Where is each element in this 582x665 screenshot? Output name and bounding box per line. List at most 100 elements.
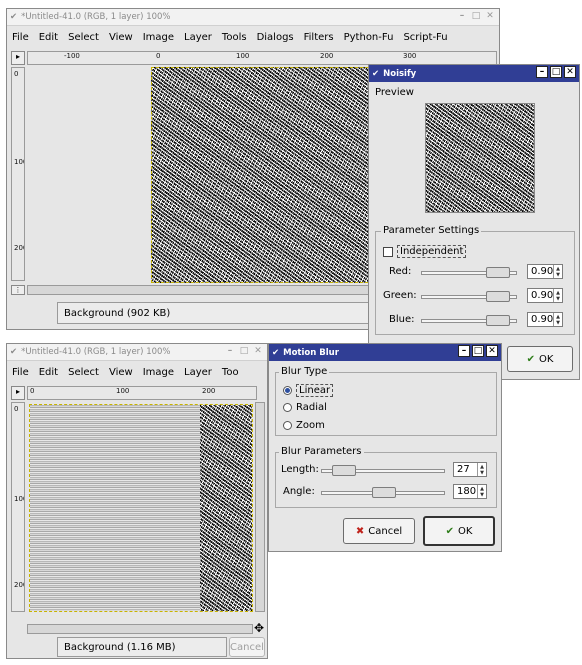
bottom-image-canvas[interactable] xyxy=(29,404,253,612)
cancel-x-icon: ✖ xyxy=(355,525,365,537)
menu-dialogs[interactable]: Dialogs xyxy=(252,32,299,43)
ruler-label: 0 xyxy=(30,387,35,395)
spin-arrows-icon[interactable]: ▲ ▼ xyxy=(477,485,486,498)
green-label: Green: xyxy=(383,290,417,301)
bottom-status-text: Background (1.16 MB) xyxy=(64,641,176,653)
window-menu-icon[interactable]: ✔ xyxy=(272,348,279,358)
red-spinbutton[interactable]: 0.90 ▲ ▼ xyxy=(527,264,563,279)
red-slider-thumb[interactable] xyxy=(486,267,510,278)
window-menu-icon[interactable]: ✔ xyxy=(10,12,17,22)
close-icon[interactable]: ✕ xyxy=(252,345,264,357)
spin-arrows-icon[interactable]: ▲ ▼ xyxy=(553,265,562,278)
ruler-label: 100 xyxy=(236,52,250,60)
bottom-vertical-scrollbar[interactable] xyxy=(255,402,265,612)
blue-value: 0.90 xyxy=(531,314,554,325)
minimize-icon[interactable]: – xyxy=(456,10,468,22)
ruler-label: 0 xyxy=(14,70,19,78)
ok-label: OK xyxy=(457,525,473,537)
angle-slider[interactable] xyxy=(321,487,445,498)
menu-python-fu[interactable]: Python-Fu xyxy=(339,32,399,43)
radio-linear-dot[interactable] xyxy=(283,386,292,395)
menu-view[interactable]: View xyxy=(104,32,138,43)
menu-file[interactable]: File xyxy=(7,367,34,378)
bottom-cancel-button[interactable]: Cancel xyxy=(229,637,265,657)
spin-arrows-icon[interactable]: ▲ ▼ xyxy=(553,313,562,326)
maximize-icon[interactable]: □ xyxy=(472,345,484,357)
window-menu-icon[interactable]: ✔ xyxy=(372,69,379,79)
green-spinbutton[interactable]: 0.90 ▲ ▼ xyxy=(527,288,563,303)
independent-label[interactable]: Independent xyxy=(397,245,467,258)
blue-slider-thumb[interactable] xyxy=(486,315,510,326)
menu-file[interactable]: File xyxy=(7,32,34,43)
menu-filters[interactable]: Filters xyxy=(299,32,339,43)
menu-image[interactable]: Image xyxy=(138,367,179,378)
bottom-status-bar: Background (1.16 MB) xyxy=(57,637,227,657)
minimize-icon[interactable]: – xyxy=(224,345,236,357)
length-spinbutton[interactable]: 27 ▲ ▼ xyxy=(453,462,487,477)
motion-blur-titlebar[interactable]: ✔ Motion Blur – □ ✕ xyxy=(269,344,501,361)
noisify-ok-button[interactable]: ✔ OK xyxy=(507,346,573,372)
motion-blur-title: Motion Blur xyxy=(283,347,339,358)
blue-slider[interactable] xyxy=(421,315,517,326)
noisify-titlebar[interactable]: ✔ Noisify – □ ✕ xyxy=(369,65,579,82)
motion-blur-ok-button[interactable]: ✔ OK xyxy=(423,516,495,546)
menu-select[interactable]: Select xyxy=(63,367,104,378)
maximize-icon[interactable]: □ xyxy=(470,10,482,22)
menu-layer[interactable]: Layer xyxy=(179,32,217,43)
menu-layer[interactable]: Layer xyxy=(179,367,217,378)
spin-arrows-icon[interactable]: ▲ ▼ xyxy=(553,289,562,302)
green-slider-thumb[interactable] xyxy=(486,291,510,302)
radio-linear[interactable]: Linear xyxy=(283,384,334,397)
angle-slider-thumb[interactable] xyxy=(372,487,396,498)
close-icon[interactable]: ✕ xyxy=(484,10,496,22)
menu-view[interactable]: View xyxy=(104,367,138,378)
maximize-icon[interactable]: □ xyxy=(550,66,562,78)
navigate-corner-icon[interactable]: ⋮ xyxy=(11,285,25,295)
close-icon[interactable]: ✕ xyxy=(486,345,498,357)
quick-mask-corner[interactable]: ▸ xyxy=(11,386,25,400)
red-slider[interactable] xyxy=(421,267,517,278)
top-menubar: File Edit Select View Image Layer Tools … xyxy=(7,27,499,47)
radio-linear-label: Linear xyxy=(296,384,334,397)
top-vertical-ruler: 0 100 200 xyxy=(11,67,25,281)
blue-spinbutton[interactable]: 0.90 ▲ ▼ xyxy=(527,312,563,327)
motion-blur-cancel-button[interactable]: ✖ Cancel xyxy=(343,518,415,544)
menu-image[interactable]: Image xyxy=(138,32,179,43)
bottom-horizontal-scrollbar[interactable] xyxy=(27,624,253,634)
bottom-image-titlebar[interactable]: ✔ *Untitled-41.0 (RGB, 1 layer) 100% – □ ✕ xyxy=(7,344,267,361)
menu-select[interactable]: Select xyxy=(63,32,104,43)
top-horizontal-scrollbar[interactable] xyxy=(27,285,373,295)
angle-spinbutton[interactable]: 180 ▲ ▼ xyxy=(453,484,487,499)
minimize-icon[interactable]: – xyxy=(458,345,470,357)
window-menu-icon[interactable]: ✔ xyxy=(10,347,17,357)
radio-radial[interactable]: Radial xyxy=(283,402,327,413)
green-slider[interactable] xyxy=(421,291,517,302)
maximize-icon[interactable]: □ xyxy=(238,345,250,357)
independent-checkbox[interactable] xyxy=(383,247,393,257)
bottom-vertical-ruler: 0 100 200 xyxy=(11,402,25,612)
radio-zoom-dot[interactable] xyxy=(283,421,292,430)
ok-label: OK xyxy=(538,353,554,365)
top-image-titlebar[interactable]: ✔ *Untitled-41.0 (RGB, 1 layer) 100% – □ ✕ xyxy=(7,9,499,26)
menu-edit[interactable]: Edit xyxy=(34,32,63,43)
menu-script-fu[interactable]: Script-Fu xyxy=(398,32,452,43)
cancel-label: Cancel xyxy=(368,525,403,537)
radio-radial-dot[interactable] xyxy=(283,403,292,412)
top-image-title: *Untitled-41.0 (RGB, 1 layer) 100% xyxy=(21,12,171,22)
menu-edit[interactable]: Edit xyxy=(34,367,63,378)
spin-arrows-icon[interactable]: ▲ ▼ xyxy=(477,463,486,476)
menu-tools[interactable]: Too xyxy=(217,367,244,378)
ruler-label: 100 xyxy=(14,158,24,166)
length-slider-thumb[interactable] xyxy=(332,465,356,476)
close-icon[interactable]: ✕ xyxy=(564,66,576,78)
bottom-horizontal-ruler: 0 100 200 xyxy=(27,386,257,400)
quick-mask-corner[interactable]: ▸ xyxy=(11,51,25,65)
radio-zoom[interactable]: Zoom xyxy=(283,420,325,431)
top-status-bar: Background (902 KB) xyxy=(57,302,373,324)
length-slider[interactable] xyxy=(321,465,445,476)
menu-tools[interactable]: Tools xyxy=(217,32,252,43)
minimize-icon[interactable]: – xyxy=(536,66,548,78)
top-image-canvas[interactable] xyxy=(151,67,373,283)
ruler-label: 200 xyxy=(14,244,24,252)
navigate-icon[interactable]: ✥ xyxy=(254,621,264,635)
